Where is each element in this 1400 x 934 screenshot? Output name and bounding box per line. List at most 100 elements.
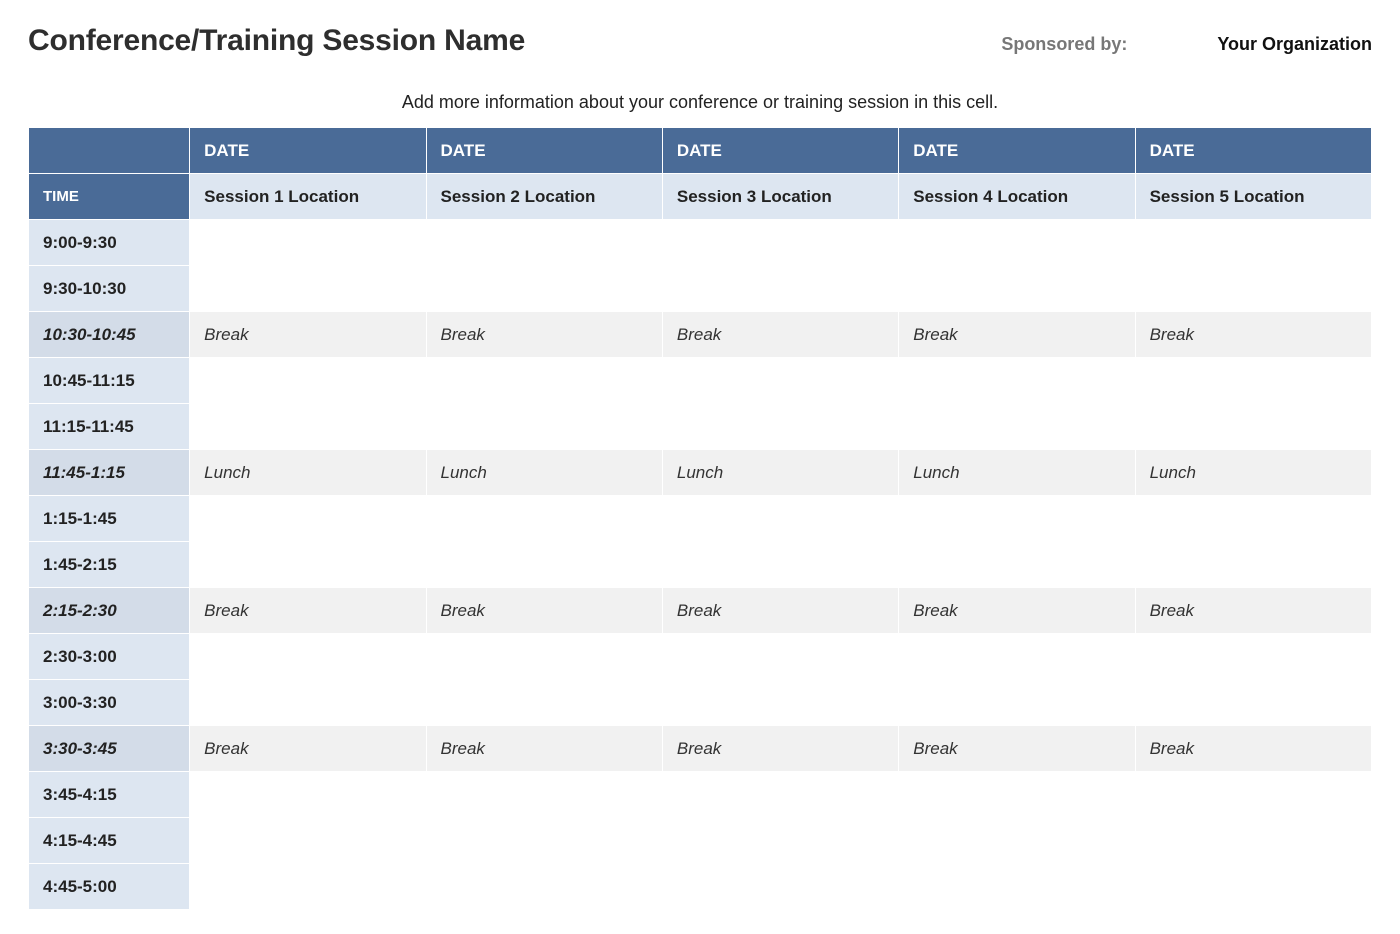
date-header: DATE xyxy=(190,128,426,174)
date-header: DATE xyxy=(1135,128,1371,174)
slot-cell: Lunch xyxy=(190,450,426,496)
slot-cell xyxy=(899,680,1135,726)
time-cell: 10:45-11:15 xyxy=(29,358,190,404)
schedule-row: 1:15-1:45 xyxy=(29,496,1372,542)
time-cell: 9:30-10:30 xyxy=(29,266,190,312)
location-header: Session 3 Location xyxy=(662,174,898,220)
schedule-row: 11:45-1:15LunchLunchLunchLunchLunch xyxy=(29,450,1372,496)
date-header: DATE xyxy=(662,128,898,174)
location-header: Session 5 Location xyxy=(1135,174,1371,220)
slot-cell xyxy=(426,634,662,680)
slot-cell xyxy=(662,634,898,680)
slot-cell: Lunch xyxy=(426,450,662,496)
slot-cell: Break xyxy=(426,726,662,772)
slot-cell xyxy=(190,358,426,404)
slot-cell xyxy=(1135,818,1371,864)
schedule-row: 10:30-10:45BreakBreakBreakBreakBreak xyxy=(29,312,1372,358)
subtitle-text: Add more information about your conferen… xyxy=(28,92,1372,113)
slot-cell xyxy=(1135,864,1371,910)
slot-cell: Lunch xyxy=(899,450,1135,496)
slot-cell: Break xyxy=(1135,312,1371,358)
slot-cell xyxy=(190,496,426,542)
slot-cell xyxy=(899,864,1135,910)
time-cell: 1:15-1:45 xyxy=(29,496,190,542)
slot-cell xyxy=(1135,404,1371,450)
slot-cell: Break xyxy=(662,588,898,634)
slot-cell xyxy=(899,404,1135,450)
slot-cell xyxy=(662,772,898,818)
slot-cell xyxy=(426,864,662,910)
slot-cell: Break xyxy=(662,312,898,358)
slot-cell: Lunch xyxy=(1135,450,1371,496)
slot-cell xyxy=(426,542,662,588)
slot-cell xyxy=(1135,772,1371,818)
time-column-header: TIME xyxy=(29,174,190,220)
slot-cell: Break xyxy=(426,312,662,358)
slot-cell xyxy=(426,220,662,266)
slot-cell xyxy=(1135,542,1371,588)
schedule-row: 2:15-2:30BreakBreakBreakBreakBreak xyxy=(29,588,1372,634)
slot-cell: Break xyxy=(426,588,662,634)
date-header-row: DATE DATE DATE DATE DATE xyxy=(29,128,1372,174)
slot-cell xyxy=(426,772,662,818)
slot-cell xyxy=(190,680,426,726)
schedule-row: 1:45-2:15 xyxy=(29,542,1372,588)
slot-cell xyxy=(426,404,662,450)
slot-cell xyxy=(426,680,662,726)
time-cell: 11:45-1:15 xyxy=(29,450,190,496)
slot-cell: Break xyxy=(899,588,1135,634)
slot-cell xyxy=(1135,496,1371,542)
slot-cell xyxy=(190,634,426,680)
slot-cell xyxy=(426,496,662,542)
slot-cell xyxy=(899,542,1135,588)
slot-cell xyxy=(899,266,1135,312)
schedule-row: 3:30-3:45BreakBreakBreakBreakBreak xyxy=(29,726,1372,772)
slot-cell xyxy=(190,266,426,312)
slot-cell xyxy=(899,634,1135,680)
slot-cell xyxy=(426,818,662,864)
time-cell: 4:45-5:00 xyxy=(29,864,190,910)
slot-cell: Break xyxy=(899,312,1135,358)
location-header: Session 4 Location xyxy=(899,174,1135,220)
slot-cell xyxy=(1135,266,1371,312)
slot-cell xyxy=(899,358,1135,404)
schedule-row: 3:00-3:30 xyxy=(29,680,1372,726)
slot-cell xyxy=(1135,634,1371,680)
slot-cell xyxy=(190,542,426,588)
slot-cell: Break xyxy=(190,312,426,358)
time-cell: 3:45-4:15 xyxy=(29,772,190,818)
slot-cell: Break xyxy=(899,726,1135,772)
slot-cell xyxy=(426,266,662,312)
time-cell: 3:30-3:45 xyxy=(29,726,190,772)
time-cell: 9:00-9:30 xyxy=(29,220,190,266)
slot-cell xyxy=(190,772,426,818)
slot-cell xyxy=(662,864,898,910)
schedule-row: 10:45-11:15 xyxy=(29,358,1372,404)
document-header: Conference/Training Session Name Sponsor… xyxy=(28,24,1372,58)
slot-cell xyxy=(662,358,898,404)
slot-cell: Break xyxy=(662,726,898,772)
slot-cell xyxy=(899,220,1135,266)
time-cell: 2:15-2:30 xyxy=(29,588,190,634)
sponsor-block: Sponsored by: Your Organization xyxy=(1001,34,1372,55)
slot-cell xyxy=(1135,220,1371,266)
schedule-row: 11:15-11:45 xyxy=(29,404,1372,450)
slot-cell: Break xyxy=(190,726,426,772)
slot-cell xyxy=(899,818,1135,864)
schedule-table: DATE DATE DATE DATE DATE TIME Session 1 … xyxy=(28,127,1372,910)
header-corner-cell xyxy=(29,128,190,174)
time-cell: 1:45-2:15 xyxy=(29,542,190,588)
time-cell: 3:00-3:30 xyxy=(29,680,190,726)
slot-cell xyxy=(190,864,426,910)
slot-cell: Lunch xyxy=(662,450,898,496)
date-header: DATE xyxy=(899,128,1135,174)
schedule-row: 3:45-4:15 xyxy=(29,772,1372,818)
page-title: Conference/Training Session Name xyxy=(28,24,525,58)
time-cell: 11:15-11:45 xyxy=(29,404,190,450)
slot-cell xyxy=(662,404,898,450)
schedule-row: 9:30-10:30 xyxy=(29,266,1372,312)
time-cell: 2:30-3:00 xyxy=(29,634,190,680)
slot-cell: Break xyxy=(1135,726,1371,772)
slot-cell xyxy=(662,266,898,312)
slot-cell xyxy=(662,680,898,726)
